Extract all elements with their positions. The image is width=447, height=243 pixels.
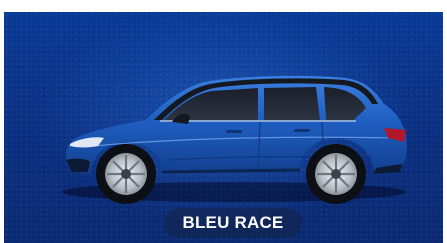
color-name-label: BLEU RACE: [182, 213, 284, 232]
color-option-card[interactable]: BLEU RACE: [4, 12, 443, 243]
car-image: [54, 64, 414, 206]
color-name-badge: BLEU RACE: [164, 208, 302, 238]
